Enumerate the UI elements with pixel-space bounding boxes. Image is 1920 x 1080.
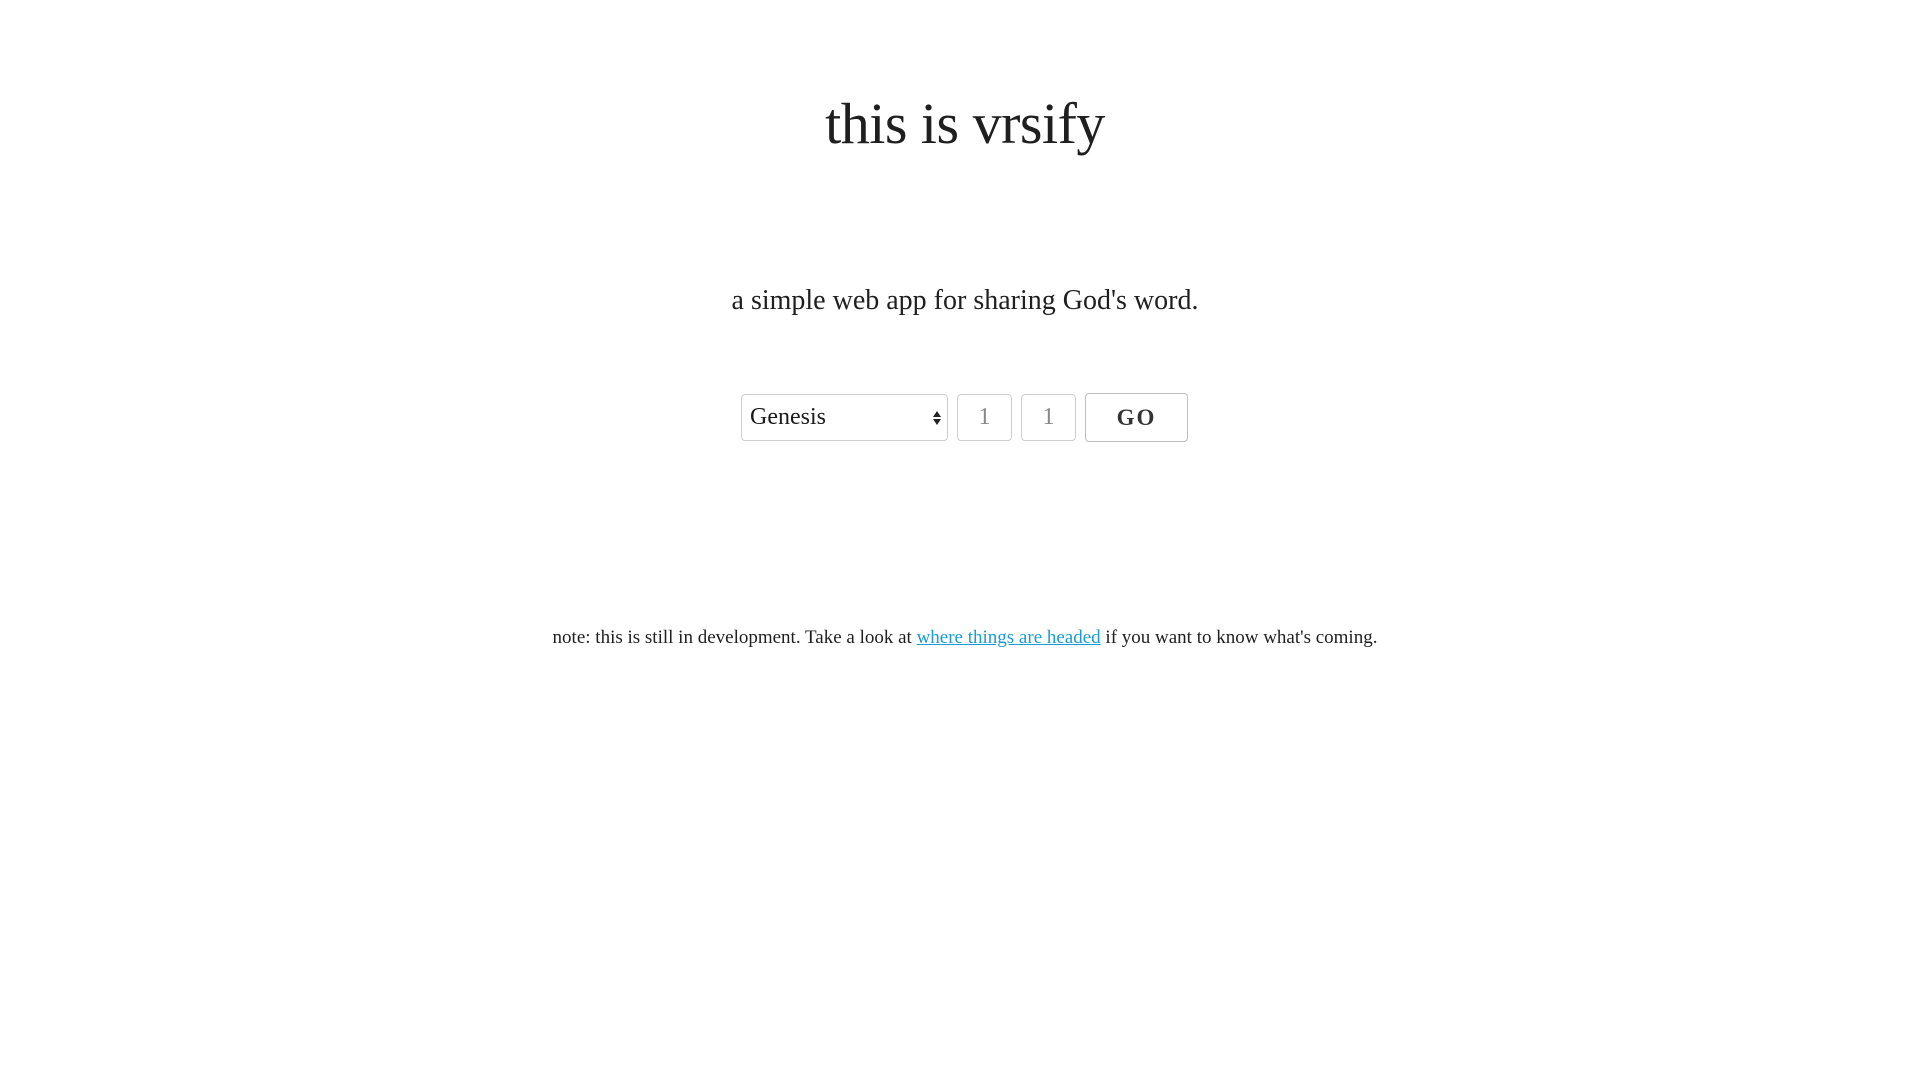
development-note: note: this is still in development. Take… bbox=[0, 627, 1920, 649]
go-button[interactable]: GO bbox=[1085, 393, 1188, 442]
tagline: a simple web app for sharing God's word. bbox=[731, 285, 1199, 316]
book-select[interactable]: Genesis bbox=[741, 394, 948, 441]
select-arrows-icon bbox=[933, 410, 941, 425]
book-select-value: Genesis bbox=[750, 404, 826, 430]
arrow-down-icon bbox=[933, 418, 941, 425]
roadmap-link[interactable]: where things are headed bbox=[917, 627, 1101, 648]
verse-input[interactable] bbox=[1021, 394, 1076, 441]
chapter-input[interactable] bbox=[957, 394, 1012, 441]
verse-form: Genesis GO bbox=[741, 393, 1188, 442]
note-prefix: note: this is still in development. Take… bbox=[552, 627, 912, 648]
page-title: this is vrsify bbox=[825, 91, 1105, 156]
note-suffix: if you want to know what's coming. bbox=[1105, 627, 1378, 648]
arrow-up-icon bbox=[933, 410, 941, 417]
